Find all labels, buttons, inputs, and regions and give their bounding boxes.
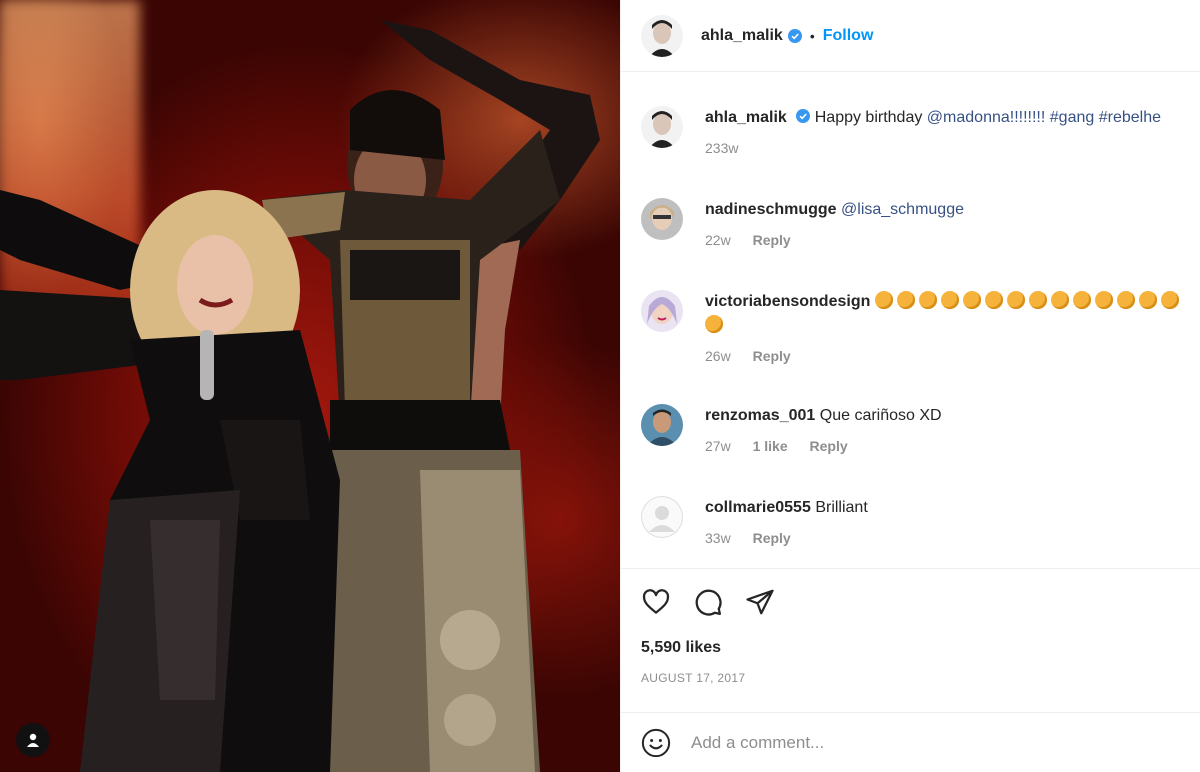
post-actions: 5,590 likes AUGUST 17, 2017 [621, 568, 1200, 685]
caption-avatar[interactable] [641, 106, 683, 148]
caption-time[interactable]: 233w [705, 140, 738, 156]
heart-icon[interactable] [641, 587, 671, 617]
reply-button[interactable]: Reply [810, 438, 848, 454]
emoji-icon[interactable] [641, 728, 671, 758]
verified-badge-icon [796, 109, 811, 123]
post-details-panel: ahla_malik • Follow ahla_malik Happy bir… [620, 0, 1200, 772]
clap-emoji-icon [1028, 291, 1047, 309]
reply-button[interactable]: Reply [753, 348, 791, 364]
clap-emoji-icon [984, 291, 1003, 309]
user-icon [27, 733, 39, 747]
caption-mention[interactable]: @madonna!!!!!!!! [927, 109, 1046, 126]
comment-avatar[interactable] [641, 290, 683, 332]
comment-username[interactable]: victoriabensondesign [705, 293, 870, 310]
comment-username[interactable]: nadineschmugge [705, 201, 837, 218]
caption-hashtags[interactable]: #gang #rebelhe [1050, 109, 1161, 126]
tagged-users-button[interactable] [16, 723, 50, 757]
clap-emoji-icon [940, 291, 959, 309]
comment-item: renzomas_001 Que cariñoso XD 27w 1 like … [641, 404, 1185, 454]
comment-avatar[interactable] [641, 496, 683, 538]
comments-list[interactable]: ahla_malik Happy birthday @madonna!!!!!!… [621, 72, 1200, 568]
clap-emoji-icon [1006, 291, 1025, 309]
author-username[interactable]: ahla_malik [701, 27, 783, 45]
comment-avatar[interactable] [641, 404, 683, 446]
comment-text[interactable]: @lisa_schmugge [841, 201, 964, 218]
comment-time[interactable]: 26w [705, 348, 731, 364]
comment-avatar[interactable] [641, 198, 683, 240]
post-photo[interactable] [0, 0, 620, 772]
comment-likes[interactable]: 1 like [753, 438, 788, 454]
clap-emoji-icon [1072, 291, 1091, 309]
add-comment-input[interactable] [691, 732, 1151, 753]
comment-time[interactable]: 22w [705, 232, 731, 248]
comment-icon[interactable] [693, 587, 723, 617]
clap-emoji-icon [1160, 291, 1179, 309]
clap-emoji-icon [918, 291, 937, 309]
post-date: AUGUST 17, 2017 [641, 671, 746, 685]
clap-emoji-icon [896, 291, 915, 309]
comment-item: nadineschmugge @lisa_schmugge 22w Reply [641, 198, 1185, 248]
caption: ahla_malik Happy birthday @madonna!!!!!!… [641, 106, 1185, 156]
comment-time[interactable]: 33w [705, 530, 731, 546]
comment-username[interactable]: renzomas_001 [705, 407, 815, 424]
clap-emoji-icon [1094, 291, 1113, 309]
caption-username[interactable]: ahla_malik [705, 109, 787, 126]
clap-emoji-icon [1138, 291, 1157, 309]
reply-button[interactable]: Reply [753, 530, 791, 546]
share-icon[interactable] [745, 587, 775, 617]
caption-text: Happy birthday [814, 109, 927, 126]
comment-item: victoriabensondesign 26w Reply [641, 290, 1185, 364]
post-header: ahla_malik • Follow [621, 0, 1200, 72]
header-separator: • [809, 27, 815, 44]
clap-emoji-icon [874, 291, 893, 309]
reply-button[interactable]: Reply [753, 232, 791, 248]
add-comment-bar [621, 712, 1200, 772]
clap-emoji-icon [1116, 291, 1135, 309]
comment-username[interactable]: collmarie0555 [705, 499, 811, 516]
comment-text: Que cariñoso XD [819, 407, 942, 424]
likes-count[interactable]: 5,590 likes [641, 639, 1181, 657]
comment-item: collmarie0555 Brilliant 33w Reply [641, 496, 1185, 546]
verified-badge-icon [787, 28, 802, 43]
performers-illustration [0, 20, 600, 772]
clap-emoji-icon [705, 315, 723, 333]
clap-emoji-icon [1050, 291, 1069, 309]
clap-emoji-icon [962, 291, 981, 309]
follow-button[interactable]: Follow [823, 27, 874, 45]
author-avatar[interactable] [641, 14, 683, 57]
comment-time[interactable]: 27w [705, 438, 731, 454]
comment-text: Brilliant [815, 499, 868, 516]
